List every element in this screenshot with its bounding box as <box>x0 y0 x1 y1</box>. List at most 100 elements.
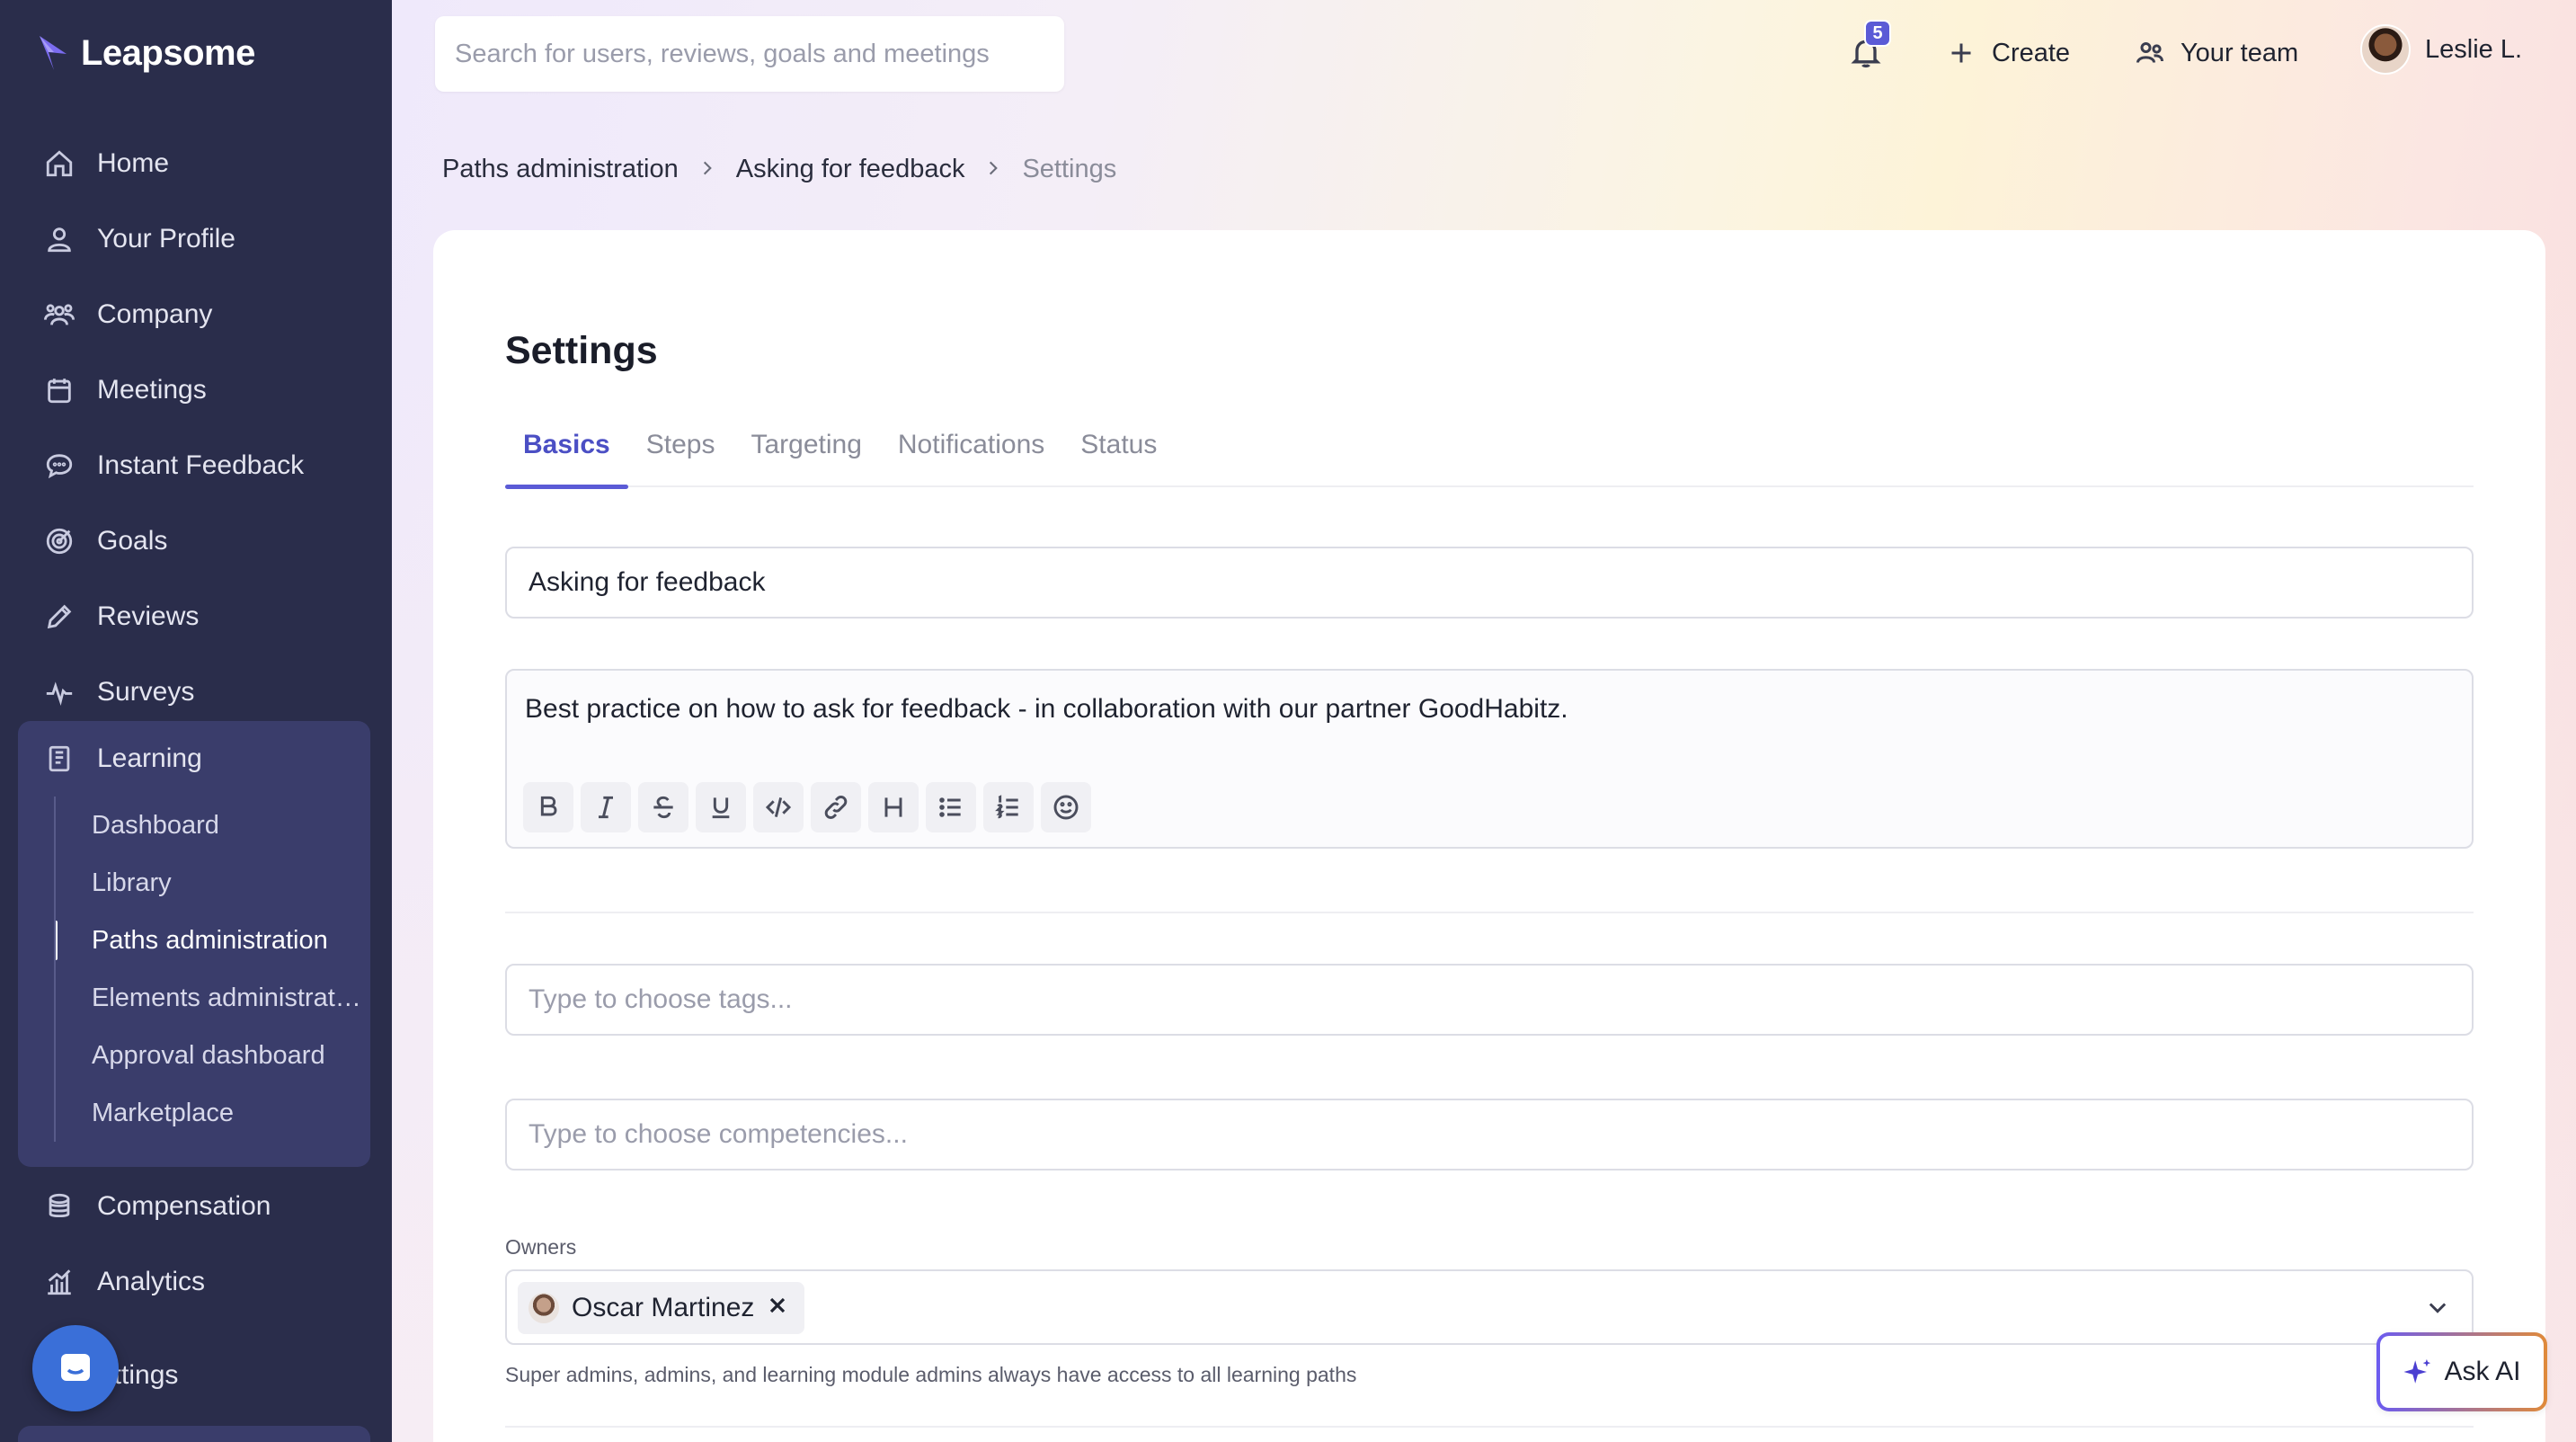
nav-item-company[interactable]: Company <box>0 277 392 352</box>
home-icon <box>43 147 76 180</box>
ask-ai-button[interactable]: Ask AI <box>2376 1332 2547 1411</box>
avatar <box>2360 24 2411 75</box>
nav-item-goals[interactable]: Goals <box>0 503 392 579</box>
main-nav: Home Your Profile Company Meetings Insta… <box>0 126 392 730</box>
sub-item-approval-dashboard[interactable]: Approval dashboard <box>56 1027 370 1084</box>
italic-button[interactable] <box>581 782 631 832</box>
book-icon <box>43 743 76 775</box>
italic-icon <box>599 796 613 819</box>
underline-icon <box>712 797 730 819</box>
sidebar-bottom-strip <box>18 1426 370 1442</box>
chat-support-icon <box>61 1354 90 1381</box>
team-icon <box>2136 42 2163 63</box>
sub-item-elements-administration[interactable]: Elements administrat… <box>56 969 370 1027</box>
title-input[interactable] <box>507 548 2472 617</box>
sub-item-marketplace[interactable]: Marketplace <box>56 1084 370 1142</box>
search-input[interactable] <box>435 16 1064 92</box>
description-field[interactable]: Best practice on how to ask for feedback… <box>505 669 2474 849</box>
sub-item-library[interactable]: Library <box>56 854 370 912</box>
tab-notifications[interactable]: Notifications <box>880 424 1062 487</box>
bullet-list-icon <box>939 797 961 817</box>
nav-label: Compensation <box>97 1191 271 1221</box>
your-team-button[interactable]: Your team <box>2134 31 2298 76</box>
owners-select[interactable]: Oscar Martinez <box>505 1269 2474 1345</box>
nav-label: Company <box>97 299 213 329</box>
chat-icon <box>43 450 76 482</box>
nav-label: Surveys <box>97 677 195 707</box>
emoji-icon <box>1053 795 1079 820</box>
ask-ai-label: Ask AI <box>2444 1357 2521 1386</box>
nav-item-instant-feedback[interactable]: Instant Feedback <box>0 428 392 503</box>
heading-button[interactable] <box>868 782 919 832</box>
close-icon <box>770 1297 786 1313</box>
learning-sub-list: Dashboard Library Paths administration E… <box>54 797 370 1142</box>
nav-label: Goals <box>97 526 168 556</box>
editor-toolbar <box>523 782 1091 832</box>
create-label: Create <box>1992 38 2071 67</box>
nav-item-compensation[interactable]: Compensation <box>0 1169 392 1244</box>
link-icon <box>824 796 848 819</box>
page-title: Settings <box>505 329 658 372</box>
bar-chart-icon <box>43 1266 76 1298</box>
create-button[interactable]: Create <box>1945 31 2070 76</box>
link-button[interactable] <box>811 782 861 832</box>
description-text[interactable]: Best practice on how to ask for feedback… <box>525 694 1568 725</box>
support-chat-button[interactable] <box>32 1325 119 1411</box>
underline-button[interactable] <box>696 782 746 832</box>
owner-avatar <box>529 1293 559 1323</box>
owners-dropdown-toggle[interactable] <box>2425 1295 2452 1322</box>
chevron-right-icon <box>698 155 716 184</box>
competencies-field <box>505 1099 2474 1171</box>
nav-item-reviews[interactable]: Reviews <box>0 579 392 654</box>
pencil-icon <box>43 601 76 633</box>
competencies-input[interactable] <box>507 1100 2472 1169</box>
code-icon <box>765 797 792 818</box>
strikethrough-button[interactable] <box>638 782 688 832</box>
nav-item-meetings[interactable]: Meetings <box>0 352 392 428</box>
tags-input[interactable] <box>507 966 2472 1034</box>
sub-item-dashboard[interactable]: Dashboard <box>56 797 370 854</box>
nav-label: Your Profile <box>97 224 235 254</box>
users-icon <box>43 298 76 331</box>
chevron-right-icon <box>984 155 1002 184</box>
logo[interactable]: Leapsome <box>36 32 255 74</box>
nav-label: Meetings <box>97 375 207 405</box>
numbered-list-button[interactable] <box>983 782 1034 832</box>
user-name: Leslie L. <box>2425 34 2523 64</box>
user-icon <box>43 223 76 255</box>
calendar-icon <box>43 374 76 406</box>
coins-icon <box>43 1190 76 1223</box>
main-area: 5 Create Your team Leslie L. Paths admin… <box>392 0 2576 1442</box>
tab-status[interactable]: Status <box>1062 424 1175 487</box>
owner-chip: Oscar Martinez <box>518 1282 805 1334</box>
tab-targeting[interactable]: Targeting <box>733 424 879 487</box>
sub-item-paths-administration[interactable]: Paths administration <box>56 912 370 969</box>
nav-label: Analytics <box>97 1267 206 1296</box>
tabs: Basics Steps Targeting Notifications Sta… <box>505 424 2474 489</box>
pulse-icon <box>43 676 76 708</box>
owners-help-text: Super admins, admins, and learning modul… <box>505 1363 1357 1386</box>
nav-item-analytics[interactable]: Analytics <box>0 1244 392 1320</box>
tab-steps[interactable]: Steps <box>628 424 733 487</box>
code-button[interactable] <box>753 782 804 832</box>
notification-count-badge: 5 <box>1864 20 1891 47</box>
chevron-down-icon <box>2429 1303 2447 1313</box>
remove-owner-button[interactable] <box>767 1293 788 1323</box>
breadcrumb-paths-administration[interactable]: Paths administration <box>442 155 679 184</box>
breadcrumb-settings: Settings <box>1022 155 1117 183</box>
divider <box>505 1426 2474 1428</box>
bullet-list-button[interactable] <box>926 782 976 832</box>
tab-basics[interactable]: Basics <box>505 424 628 489</box>
user-menu[interactable]: Leslie L. <box>2360 24 2523 75</box>
emoji-button[interactable] <box>1041 782 1091 832</box>
nav-item-learning[interactable]: Learning <box>18 721 370 797</box>
leapsome-logo-icon <box>40 36 67 70</box>
nav-item-surveys[interactable]: Surveys <box>0 654 392 730</box>
divider <box>505 912 2474 913</box>
your-team-label: Your team <box>2181 38 2299 67</box>
bold-button[interactable] <box>523 782 573 832</box>
owners-label: Owners <box>505 1235 577 1259</box>
nav-item-home[interactable]: Home <box>0 126 392 201</box>
breadcrumb-asking-for-feedback[interactable]: Asking for feedback <box>736 155 965 184</box>
nav-item-your-profile[interactable]: Your Profile <box>0 201 392 277</box>
